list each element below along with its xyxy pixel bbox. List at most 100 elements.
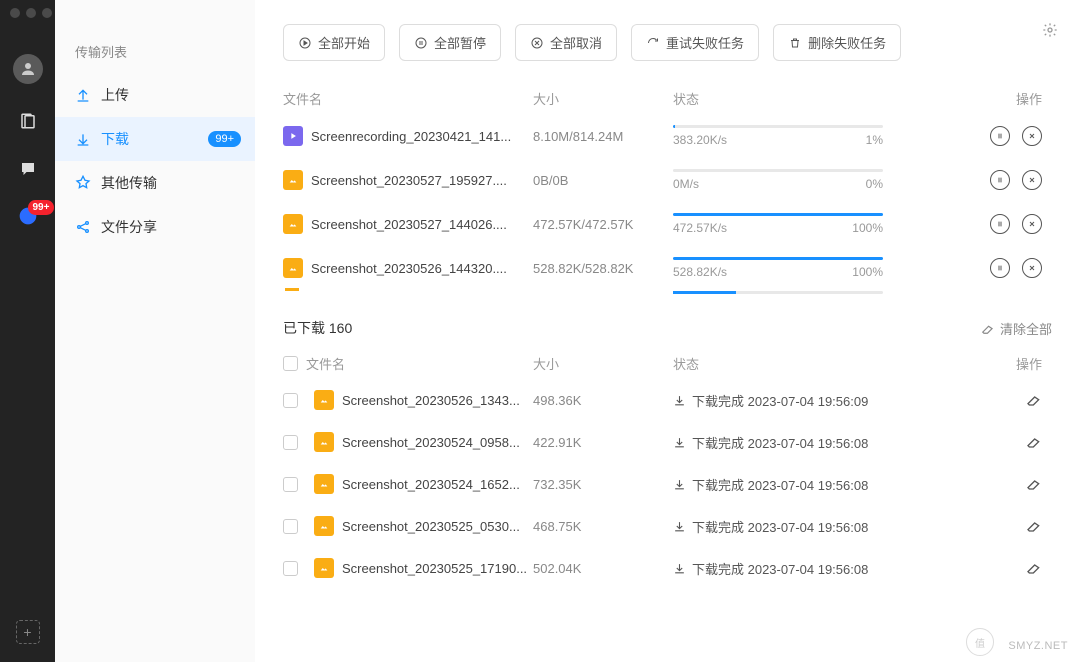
pause-icon xyxy=(414,36,428,50)
avatar[interactable] xyxy=(13,54,43,84)
status: 下载完成 2023-07-04 19:56:08 xyxy=(673,475,913,494)
status: 下载完成 2023-07-04 19:56:08 xyxy=(673,517,913,536)
sidebar-item-other[interactable]: 其他传输 xyxy=(55,161,255,205)
header-ops: 操作 xyxy=(913,354,1052,373)
sidebar-item-upload[interactable]: 上传 xyxy=(55,73,255,117)
row-checkbox[interactable] xyxy=(283,435,298,450)
img-file-icon xyxy=(283,214,303,234)
delete-button[interactable] xyxy=(1026,517,1042,536)
pause-all-button[interactable]: 全部暂停 xyxy=(399,24,501,61)
pause-button[interactable] xyxy=(990,170,1010,190)
file-name: Screenshot_20230526_144320.... xyxy=(311,261,507,276)
main-panel: 全部开始 全部暂停 全部取消 重试失败任务 删除失败任务 文件名 大小 状态 操… xyxy=(255,0,1080,662)
file-size: 0B/0B xyxy=(533,173,673,188)
file-name: Screenshot_20230527_195927.... xyxy=(311,173,507,188)
done-transfer-row: Screenshot_20230526_1343... 498.36K 下载完成… xyxy=(283,379,1052,421)
file-name: Screenshot_20230524_0958... xyxy=(342,435,520,450)
sidebar-item-label: 上传 xyxy=(101,85,129,105)
pause-button[interactable] xyxy=(990,126,1010,146)
img-file-icon xyxy=(314,390,334,410)
active-header-row: 文件名 大小 状态 操作 xyxy=(283,83,1052,114)
percent: 100% xyxy=(852,221,883,235)
row-checkbox[interactable] xyxy=(283,519,298,534)
add-button[interactable]: + xyxy=(16,620,40,644)
retry-failed-button[interactable]: 重试失败任务 xyxy=(631,24,759,61)
img-file-icon xyxy=(283,258,303,278)
header-ops: 操作 xyxy=(913,89,1052,108)
cancel-button[interactable] xyxy=(1022,258,1042,278)
header-size: 大小 xyxy=(533,354,673,373)
transfer-icon[interactable]: 99+ xyxy=(18,206,38,231)
progress: 0M/s0% xyxy=(673,169,883,191)
file-name: Screenshot_20230524_1652... xyxy=(342,477,520,492)
row-checkbox[interactable] xyxy=(283,561,298,576)
cancel-button[interactable] xyxy=(1022,126,1042,146)
active-transfer-row: Screenshot_20230527_195927.... 0B/0B 0M/… xyxy=(283,158,1052,202)
delete-failed-button[interactable]: 删除失败任务 xyxy=(773,24,901,61)
files-icon[interactable] xyxy=(17,110,39,132)
img-file-icon xyxy=(283,170,303,190)
file-size: 732.35K xyxy=(533,477,673,492)
delete-button[interactable] xyxy=(1026,391,1042,410)
header-name: 文件名 xyxy=(283,89,533,108)
file-size: 498.36K xyxy=(533,393,673,408)
img-file-icon xyxy=(314,432,334,452)
share-icon xyxy=(75,219,91,235)
progress: 383.20K/s1% xyxy=(673,125,883,147)
file-name: Screenshot_20230525_0530... xyxy=(342,519,520,534)
speed: 0M/s xyxy=(673,177,699,191)
trash-icon xyxy=(788,36,802,50)
sidebar-item-download[interactable]: 下载 99+ xyxy=(55,117,255,161)
download-icon xyxy=(75,131,91,147)
cancel-button[interactable] xyxy=(1022,170,1042,190)
chat-icon[interactable] xyxy=(17,158,39,180)
active-transfer-row: Screenrecording_20230421_141... 8.10M/81… xyxy=(283,114,1052,158)
delete-button[interactable] xyxy=(1026,433,1042,452)
file-name: Screenshot_20230526_1343... xyxy=(342,393,520,408)
status: 下载完成 2023-07-04 19:56:08 xyxy=(673,559,913,578)
file-size: 8.10M/814.24M xyxy=(533,129,673,144)
active-transfer-row: Screenshot_20230526_144320.... 528.82K/5… xyxy=(283,246,1052,290)
sidebar-item-label: 文件分享 xyxy=(101,217,157,237)
file-name: Screenshot_20230527_144026.... xyxy=(311,217,507,232)
speed: 528.82K/s xyxy=(673,265,727,279)
sidebar-item-label: 其他传输 xyxy=(101,173,157,193)
percent: 1% xyxy=(866,133,883,147)
downloaded-section-title: 已下载 160 xyxy=(283,318,352,338)
speed: 472.57K/s xyxy=(673,221,727,235)
pause-button[interactable] xyxy=(990,214,1010,234)
done-transfer-row: Screenshot_20230524_1652... 732.35K 下载完成… xyxy=(283,463,1052,505)
file-name: Screenshot_20230525_17190... xyxy=(342,561,527,576)
file-size: 528.82K/528.82K xyxy=(533,261,673,276)
toolbar: 全部开始 全部暂停 全部取消 重试失败任务 删除失败任务 xyxy=(283,24,1052,61)
erase-icon xyxy=(981,321,995,335)
row-checkbox[interactable] xyxy=(283,393,298,408)
percent: 100% xyxy=(852,265,883,279)
header-name: 文件名 xyxy=(306,354,345,373)
file-name: Screenrecording_20230421_141... xyxy=(311,129,511,144)
transfer-other-icon xyxy=(75,175,91,191)
sidebar-title: 传输列表 xyxy=(55,34,255,73)
delete-button[interactable] xyxy=(1026,475,1042,494)
img-file-icon xyxy=(314,474,334,494)
status: 下载完成 2023-07-04 19:56:09 xyxy=(673,391,913,410)
watermark: SMYZ.NET xyxy=(1008,640,1068,652)
file-size: 422.91K xyxy=(533,435,673,450)
upload-icon xyxy=(75,87,91,103)
window-controls[interactable] xyxy=(10,8,52,18)
row-checkbox[interactable] xyxy=(283,477,298,492)
select-all-checkbox[interactable] xyxy=(283,356,298,371)
sidebar-item-share[interactable]: 文件分享 xyxy=(55,205,255,249)
clear-all-button[interactable]: 清除全部 xyxy=(981,319,1052,338)
retry-icon xyxy=(646,36,660,50)
settings-icon[interactable] xyxy=(1042,22,1058,43)
cancel-button[interactable] xyxy=(1022,214,1042,234)
cancel-all-button[interactable]: 全部取消 xyxy=(515,24,617,61)
start-all-button[interactable]: 全部开始 xyxy=(283,24,385,61)
delete-button[interactable] xyxy=(1026,559,1042,578)
sidebar-item-label: 下载 xyxy=(101,129,129,149)
cancel-icon xyxy=(530,36,544,50)
pause-button[interactable] xyxy=(990,258,1010,278)
partial-row xyxy=(283,290,1052,302)
file-size: 502.04K xyxy=(533,561,673,576)
